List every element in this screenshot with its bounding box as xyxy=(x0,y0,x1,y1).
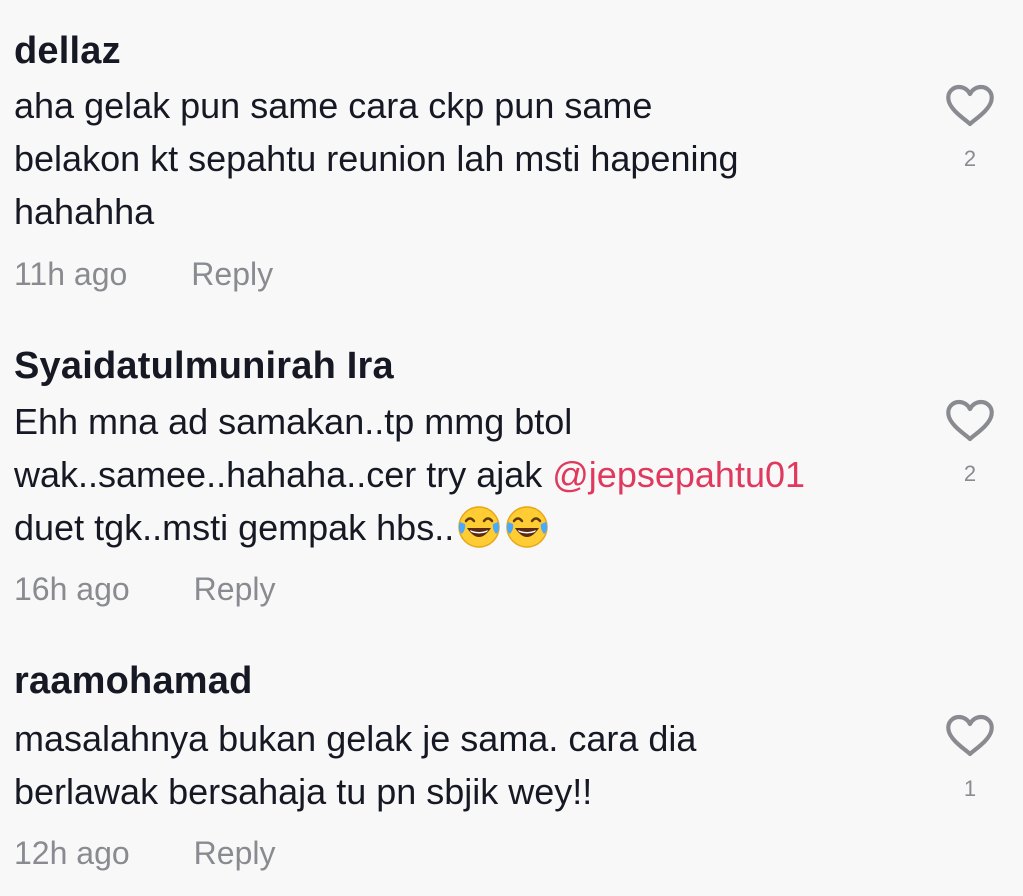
face-with-tears-of-joy-emoji xyxy=(458,506,500,548)
comment-text-line: hahahha xyxy=(14,191,155,232)
comment-text-line: belakon kt sepahtu reunion lah msti hape… xyxy=(14,138,739,179)
comment-username[interactable]: raamohamad xyxy=(14,660,253,703)
comment-text-segment: wak..samee..hahaha..cer try ajak xyxy=(14,454,553,495)
like-button[interactable] xyxy=(944,399,996,443)
comment-text-line: Ehh mna ad samakan..tp mmg btol xyxy=(14,401,573,442)
comment-timestamp: 16h ago xyxy=(14,571,130,607)
comment-username[interactable]: dellaz xyxy=(14,30,121,73)
comment-text-segment: duet tgk..msti gempak hbs.. xyxy=(14,507,455,548)
comment-meta: 12h ago Reply xyxy=(14,835,275,872)
comment-text: masalahnya bukan gelak je sama. cara dia… xyxy=(14,712,914,818)
comment-timestamp: 12h ago xyxy=(14,835,130,871)
comment-meta: 11h ago Reply xyxy=(14,256,273,293)
comment-text: Ehh mna ad samakan..tp mmg btol wak..sam… xyxy=(14,395,914,554)
mention-link[interactable]: @jepsepahtu01 xyxy=(552,454,805,495)
comment-text-line: masalahnya bukan gelak je sama. cara dia xyxy=(14,718,697,759)
comment-timestamp: 11h ago xyxy=(14,256,128,292)
face-with-tears-of-joy-emoji xyxy=(506,506,548,548)
reply-button[interactable]: Reply xyxy=(191,256,273,293)
like-count: 1 xyxy=(963,776,977,801)
heart-outline-icon xyxy=(946,84,994,127)
comment-username[interactable]: Syaidatulmunirah Ira xyxy=(14,345,394,388)
reply-button[interactable]: Reply xyxy=(194,835,276,872)
comment-text: aha gelak pun same cara ckp pun same bel… xyxy=(14,79,914,238)
comment-text-line: duet tgk..msti gempak hbs.. xyxy=(14,501,914,554)
like-button[interactable] xyxy=(944,84,996,128)
reply-button[interactable]: Reply xyxy=(194,571,276,608)
heart-outline-icon xyxy=(946,714,994,757)
comment-text-line: berlawak bersahaja tu pn sbjik wey!! xyxy=(14,771,593,812)
comment-text-line: aha gelak pun same cara ckp pun same xyxy=(14,85,653,126)
like-count: 2 xyxy=(963,146,977,171)
like-count: 2 xyxy=(963,461,977,486)
like-button[interactable] xyxy=(944,714,996,758)
comment-text-line: wak..samee..hahaha..cer try ajak @jepsep… xyxy=(14,448,914,501)
comment-meta: 16h ago Reply xyxy=(14,571,275,608)
heart-outline-icon xyxy=(946,399,994,442)
